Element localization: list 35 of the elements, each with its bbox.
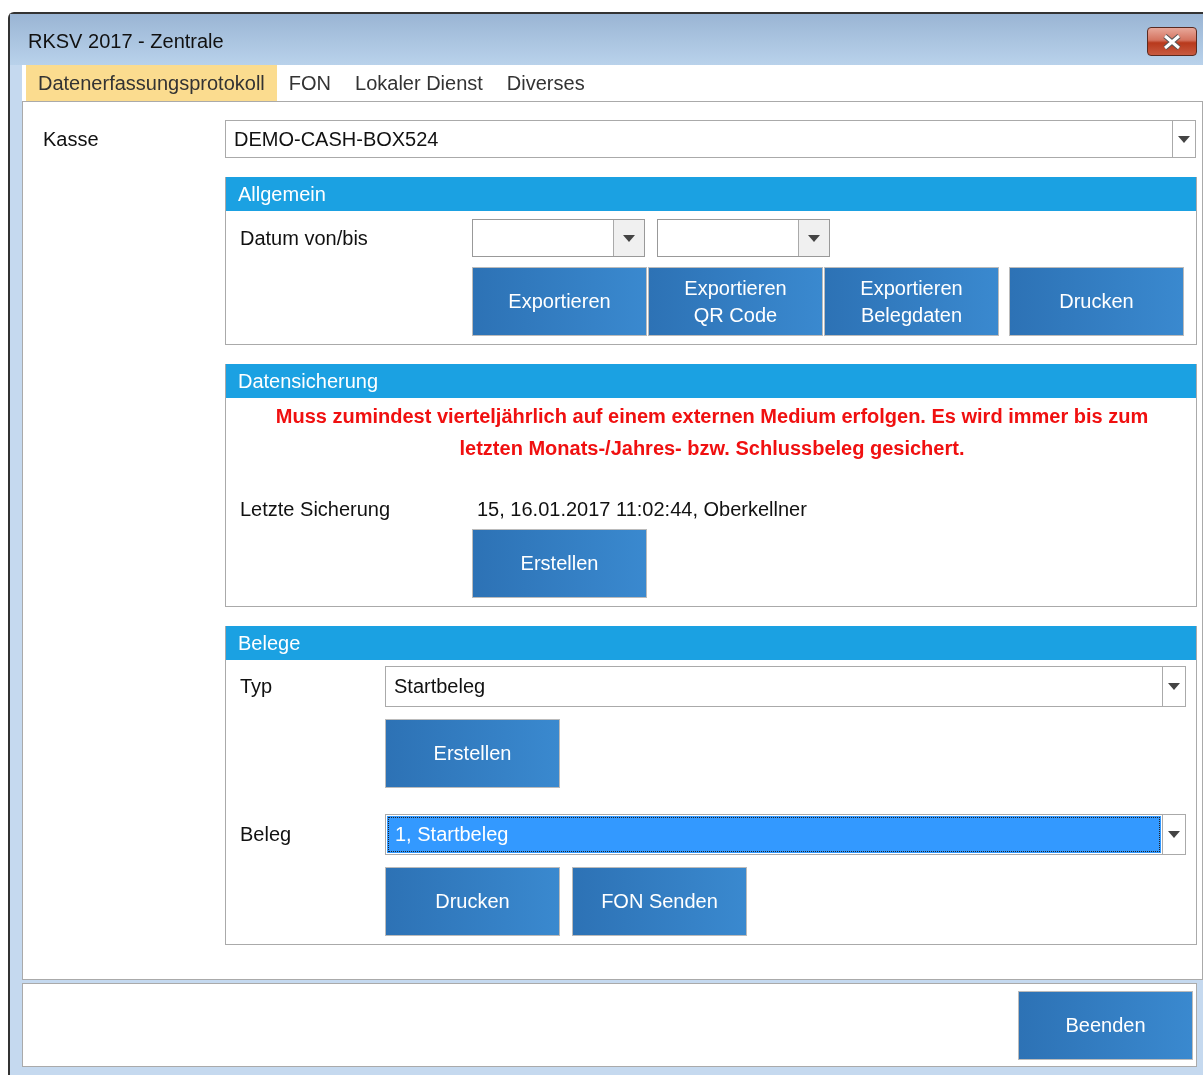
exit-button[interactable]: Beenden <box>1018 990 1193 1060</box>
tab[interactable]: Diverses <box>494 65 597 101</box>
action-button[interactable]: Exportieren QR Code <box>648 267 823 336</box>
field-label: Datum von/bis <box>240 226 369 250</box>
action-button[interactable]: FON Senden <box>572 867 747 936</box>
kasse-dropdown[interactable]: DEMO-CASH-BOX524 <box>225 120 1196 158</box>
dropdown-caret-icon <box>1168 831 1180 838</box>
date-dropdown[interactable] <box>657 219 830 257</box>
create-receipt-button[interactable]: Erstellen <box>385 719 560 788</box>
field-label: Typ <box>240 675 274 698</box>
action-button[interactable]: Exportieren Belegdaten <box>824 267 999 336</box>
tab[interactable]: Datenerfassungsprotokoll <box>26 65 277 101</box>
create-backup-button[interactable]: Erstellen <box>472 529 647 598</box>
window-title: RKSV 2017 - Zentrale <box>28 30 224 53</box>
action-button[interactable]: Drucken <box>385 867 560 936</box>
dropdown-caret-icon <box>808 234 820 242</box>
section-header: Belege <box>226 626 1196 660</box>
dropdown-caret-icon <box>1168 683 1180 690</box>
warning-text: Muss zumindest vierteljährlich auf einem externen Medium erfolgen. Es wird immer bis zum letzten Monats-/Jahres- bzw. Schlussbeleg gesichert. <box>274 404 1150 461</box>
action-button[interactable]: Drucken <box>1009 267 1184 336</box>
section-header: Allgemein <box>226 177 1196 211</box>
tab[interactable]: FON <box>276 65 343 101</box>
field-label: Beleg <box>240 823 293 846</box>
close-button[interactable] <box>1147 27 1197 56</box>
field-label: Letzte Sicherung <box>240 498 392 521</box>
field-label: Kasse <box>43 127 100 151</box>
action-button[interactable]: Exportieren <box>472 267 647 336</box>
section-header: Datensicherung <box>226 364 1196 398</box>
type-dropdown[interactable]: Startbeleg <box>385 666 1186 707</box>
date-dropdown[interactable] <box>472 219 645 257</box>
tab[interactable]: Lokaler Dienst <box>343 65 495 101</box>
last-backup-value: 15, 16.01.2017 11:02:44, Oberkellner <box>477 498 807 521</box>
dropdown-caret-icon <box>1178 135 1190 143</box>
receipt-dropdown[interactable]: 1, Startbeleg <box>385 814 1186 855</box>
dropdown-caret-icon <box>623 234 635 242</box>
